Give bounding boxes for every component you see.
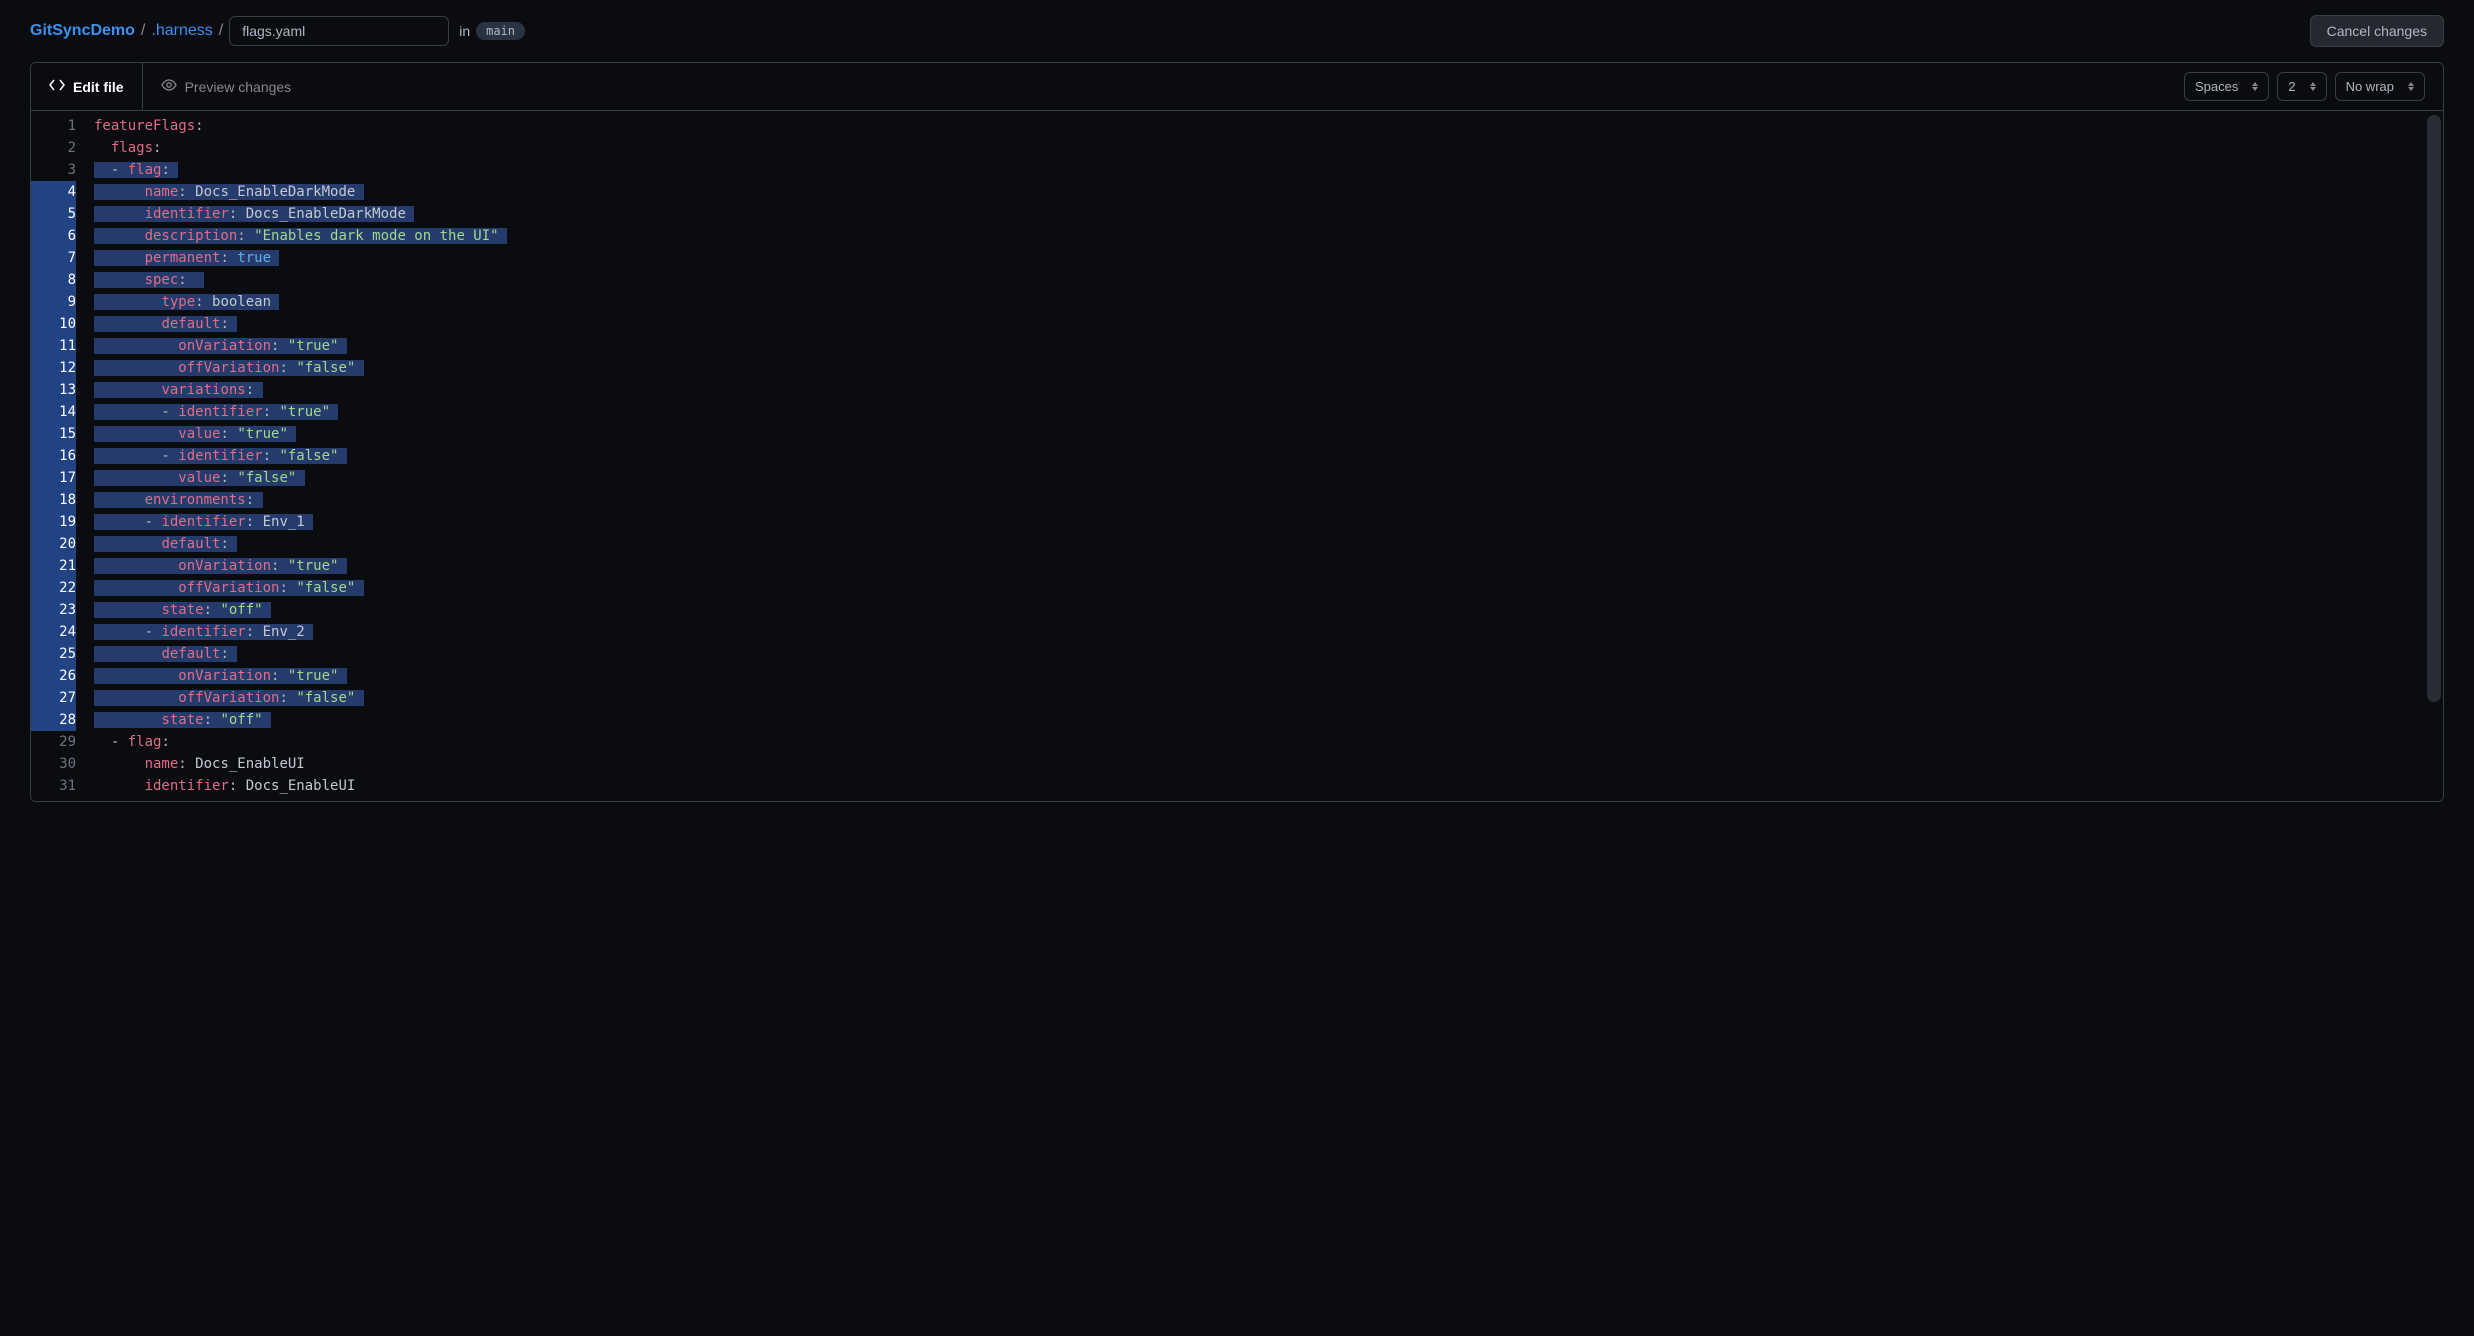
code-icon (49, 77, 65, 96)
scrollbar-vertical[interactable] (2427, 115, 2441, 702)
line-number: 10 (31, 313, 76, 335)
breadcrumb-root[interactable]: GitSyncDemo (30, 22, 135, 40)
filename-input[interactable] (229, 16, 449, 46)
line-number: 9 (31, 291, 76, 313)
line-number: 15 (31, 423, 76, 445)
tab-preview-changes[interactable]: Preview changes (143, 63, 310, 110)
breadcrumb: GitSyncDemo / .harness / in main Cancel … (30, 15, 2444, 47)
line-gutter: 1234567891011121314151617181920212223242… (31, 111, 86, 801)
breadcrumb-folder[interactable]: .harness (151, 22, 212, 40)
line-number: 4 (31, 181, 76, 203)
tab-label: Edit file (73, 79, 124, 95)
line-number: 21 (31, 555, 76, 577)
code-line[interactable]: offVariation: "false" (94, 577, 2443, 599)
tab-edit-file[interactable]: Edit file (31, 63, 143, 110)
indent-size-select[interactable]: 2 (2277, 72, 2326, 101)
editor-frame: Edit file Preview changes Spaces 2 No wr… (30, 62, 2444, 802)
line-number: 3 (31, 159, 76, 181)
branch-pill: main (476, 22, 525, 40)
line-number: 31 (31, 775, 76, 797)
line-number: 17 (31, 467, 76, 489)
breadcrumb-sep: / (141, 22, 145, 40)
code-line[interactable]: flags: (94, 137, 2443, 159)
line-number: 24 (31, 621, 76, 643)
line-number: 6 (31, 225, 76, 247)
code-line[interactable]: - identifier: "true" (94, 401, 2443, 423)
line-number: 8 (31, 269, 76, 291)
code-line[interactable]: description: "Enables dark mode on the U… (94, 225, 2443, 247)
cancel-button[interactable]: Cancel changes (2310, 15, 2444, 47)
code-line[interactable]: offVariation: "false" (94, 357, 2443, 379)
line-number: 25 (31, 643, 76, 665)
code-line[interactable]: featureFlags: (94, 115, 2443, 137)
indent-type-select[interactable]: Spaces (2184, 72, 2269, 101)
code-line[interactable]: onVariation: "true" (94, 665, 2443, 687)
code-line[interactable]: - identifier: Env_1 (94, 511, 2443, 533)
code-line[interactable]: offVariation: "false" (94, 687, 2443, 709)
code-line[interactable]: spec: (94, 269, 2443, 291)
code-line[interactable]: - identifier: Env_2 (94, 621, 2443, 643)
code-line[interactable]: permanent: true (94, 247, 2443, 269)
code-line[interactable]: value: "true" (94, 423, 2443, 445)
tab-bar: Edit file Preview changes Spaces 2 No wr… (31, 63, 2443, 111)
code-line[interactable]: identifier: Docs_EnableDarkMode (94, 203, 2443, 225)
code-content[interactable]: featureFlags: flags: - flag: name: Docs_… (86, 111, 2443, 801)
tab-label: Preview changes (185, 79, 292, 95)
eye-icon (161, 77, 177, 96)
code-line[interactable]: onVariation: "true" (94, 335, 2443, 357)
code-line[interactable]: identifier: Docs_EnableUI (94, 775, 2443, 797)
code-line[interactable]: value: "false" (94, 467, 2443, 489)
line-number: 18 (31, 489, 76, 511)
line-number: 5 (31, 203, 76, 225)
line-number: 1 (31, 115, 76, 137)
updown-icon (2408, 82, 2414, 91)
line-number: 23 (31, 599, 76, 621)
wrap-select[interactable]: No wrap (2335, 72, 2425, 101)
code-line[interactable]: - flag: (94, 159, 2443, 181)
line-number: 13 (31, 379, 76, 401)
line-number: 11 (31, 335, 76, 357)
line-number: 22 (31, 577, 76, 599)
code-editor[interactable]: 1234567891011121314151617181920212223242… (31, 111, 2443, 801)
breadcrumb-sep: / (219, 22, 223, 40)
line-number: 16 (31, 445, 76, 467)
line-number: 14 (31, 401, 76, 423)
line-number: 12 (31, 357, 76, 379)
code-line[interactable]: environments: (94, 489, 2443, 511)
line-number: 20 (31, 533, 76, 555)
code-line[interactable]: variations: (94, 379, 2443, 401)
line-number: 30 (31, 753, 76, 775)
updown-icon (2310, 82, 2316, 91)
code-line[interactable]: type: boolean (94, 291, 2443, 313)
code-line[interactable]: name: Docs_EnableUI (94, 753, 2443, 775)
code-line[interactable]: state: "off" (94, 599, 2443, 621)
code-line[interactable]: default: (94, 533, 2443, 555)
line-number: 7 (31, 247, 76, 269)
line-number: 29 (31, 731, 76, 753)
code-line[interactable]: onVariation: "true" (94, 555, 2443, 577)
code-line[interactable]: name: Docs_EnableDarkMode (94, 181, 2443, 203)
code-line[interactable]: - identifier: "false" (94, 445, 2443, 467)
line-number: 26 (31, 665, 76, 687)
line-number: 28 (31, 709, 76, 731)
line-number: 2 (31, 137, 76, 159)
code-line[interactable]: default: (94, 643, 2443, 665)
code-line[interactable]: - flag: (94, 731, 2443, 753)
code-line[interactable]: state: "off" (94, 709, 2443, 731)
code-line[interactable]: default: (94, 313, 2443, 335)
line-number: 19 (31, 511, 76, 533)
in-label: in (459, 23, 470, 39)
line-number: 27 (31, 687, 76, 709)
updown-icon (2252, 82, 2258, 91)
